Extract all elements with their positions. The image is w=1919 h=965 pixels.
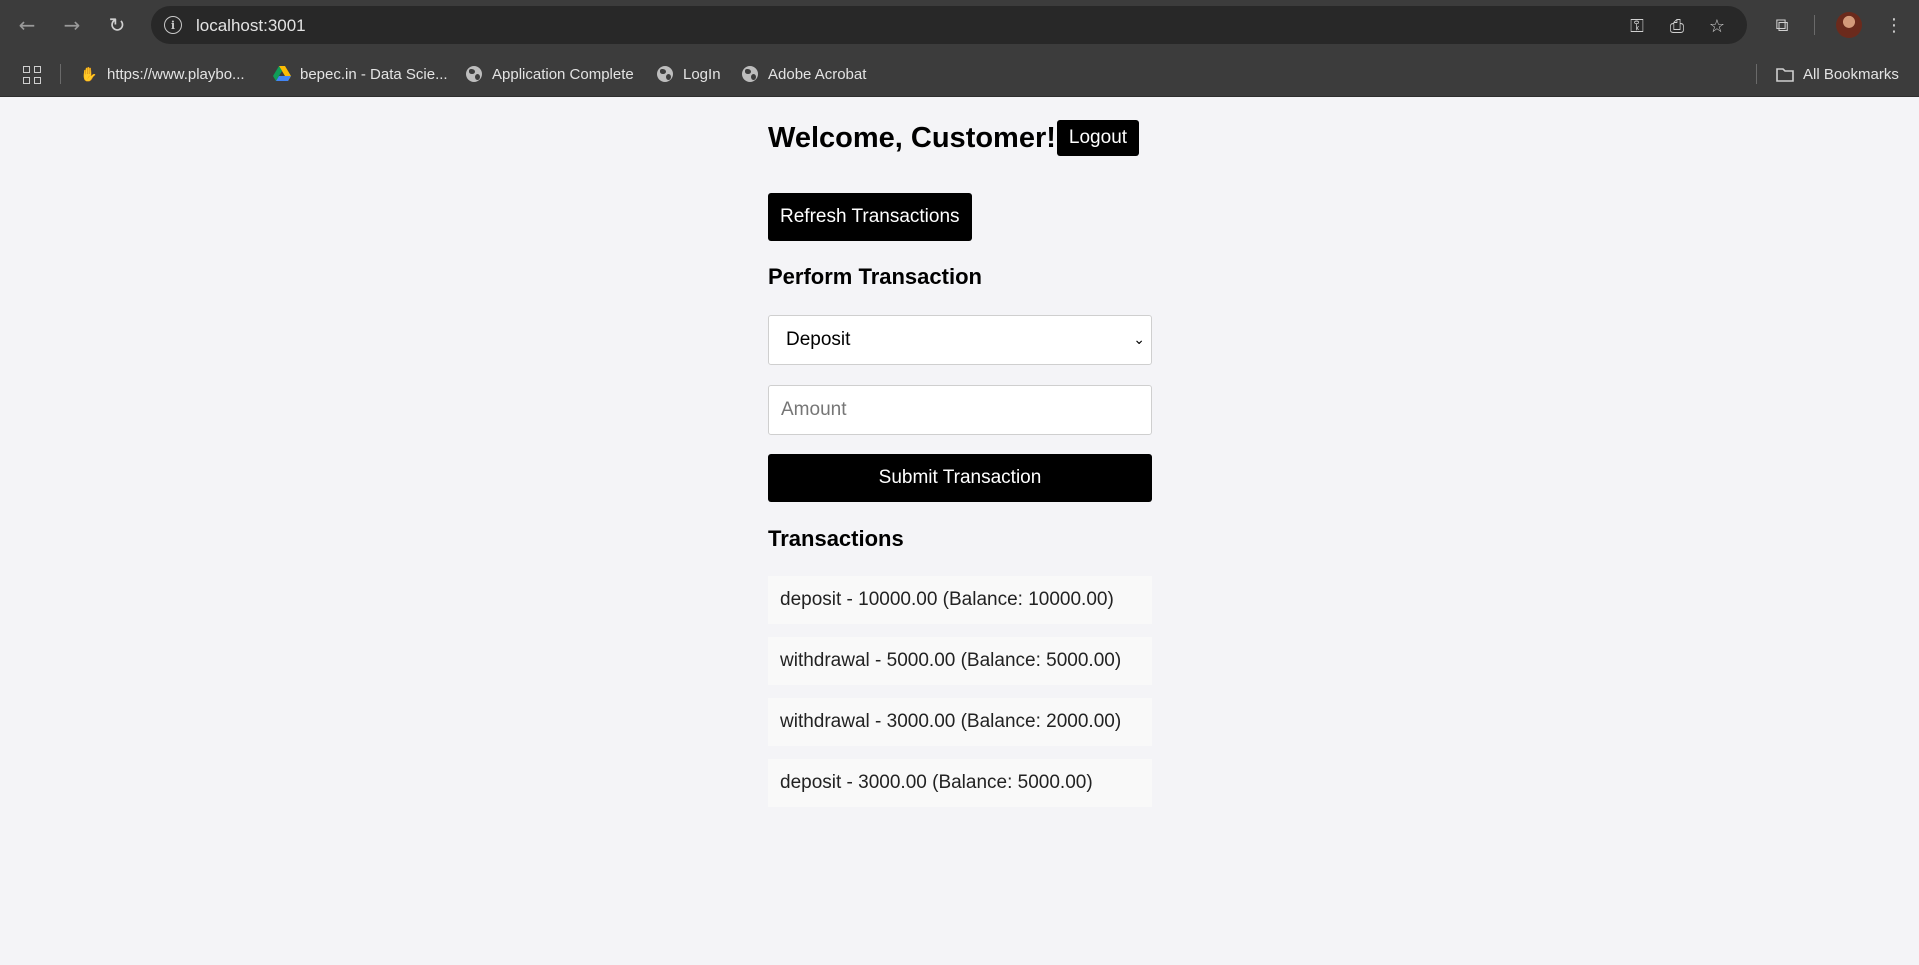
perform-transaction-heading: Perform Transaction [768, 264, 982, 289]
list-item: withdrawal - 3000.00 (Balance: 2000.00) [768, 698, 1152, 746]
folder-icon [1776, 65, 1794, 83]
install-app-icon[interactable]: ⎙ [1666, 15, 1688, 37]
reload-icon[interactable]: ↻ [105, 13, 129, 37]
bookmark-label: Application Complete [492, 65, 634, 83]
page-body: Welcome, Customer! Logout Refresh Transa… [0, 98, 1919, 965]
globe-icon [465, 65, 483, 83]
transaction-type-select[interactable]: Deposit ⌄ [768, 315, 1152, 365]
extensions-icon[interactable]: ⧉ [1770, 13, 1794, 37]
profile-avatar[interactable] [1836, 12, 1862, 38]
logout-button[interactable]: Logout [1056, 120, 1140, 156]
bookmarks-divider [1756, 64, 1757, 84]
welcome-row: Welcome, Customer! Logout [768, 120, 1140, 156]
bookmark-item[interactable]: ✋ https://www.playbo... [80, 63, 245, 85]
transactions-heading: Transactions [768, 526, 904, 551]
site-info-icon[interactable]: i [164, 16, 182, 34]
list-item: withdrawal - 5000.00 (Balance: 5000.00) [768, 637, 1152, 685]
bookmark-item[interactable]: LogIn [656, 63, 721, 85]
bookmark-item[interactable]: bepec.in - Data Scie... [273, 63, 448, 85]
drive-icon [273, 65, 291, 83]
submit-transaction-button[interactable]: Submit Transaction [768, 454, 1152, 502]
bookmarks-divider [60, 64, 61, 84]
chevron-down-icon: ⌄ [1133, 332, 1145, 348]
bookmark-label: https://www.playbo... [107, 65, 245, 83]
bookmarks-bar: ✋ https://www.playbo... bepec.in - Data … [0, 50, 1919, 97]
list-item: deposit - 3000.00 (Balance: 5000.00) [768, 759, 1152, 807]
bookmark-star-icon[interactable]: ☆ [1706, 15, 1728, 37]
bookmark-label: bepec.in - Data Scie... [300, 65, 448, 83]
all-bookmarks-button[interactable]: All Bookmarks [1776, 63, 1899, 85]
forward-arrow-icon[interactable]: → [60, 13, 84, 37]
globe-icon [741, 65, 759, 83]
browser-toolbar: ← → ↻ i localhost:3001 ⚿ ⎙ ☆ ⧉ ⋮ [0, 0, 1919, 50]
refresh-transactions-button[interactable]: Refresh Transactions [768, 193, 972, 241]
address-bar[interactable]: i localhost:3001 ⚿ ⎙ ☆ [151, 6, 1747, 44]
toolbar-divider [1814, 15, 1815, 35]
welcome-heading: Welcome, Customer! [768, 121, 1056, 154]
transactions-list: deposit - 10000.00 (Balance: 10000.00) w… [768, 576, 1152, 820]
menu-kebab-icon[interactable]: ⋮ [1882, 13, 1906, 37]
all-bookmarks-label: All Bookmarks [1803, 65, 1899, 83]
list-item: deposit - 10000.00 (Balance: 10000.00) [768, 576, 1152, 624]
address-url[interactable]: localhost:3001 [196, 16, 306, 36]
bookmark-item[interactable]: Adobe Acrobat [741, 63, 866, 85]
transaction-type-value: Deposit [786, 329, 851, 350]
bookmark-label: Adobe Acrobat [768, 65, 867, 83]
bookmark-label: LogIn [683, 65, 721, 83]
globe-icon [656, 65, 674, 83]
amount-input[interactable] [768, 385, 1152, 435]
back-arrow-icon[interactable]: ← [15, 13, 39, 37]
apps-grid-icon[interactable] [23, 66, 41, 84]
bookmark-item[interactable]: Application Complete [465, 63, 634, 85]
playbook-icon: ✋ [80, 65, 98, 82]
password-key-icon[interactable]: ⚿ [1626, 15, 1648, 37]
